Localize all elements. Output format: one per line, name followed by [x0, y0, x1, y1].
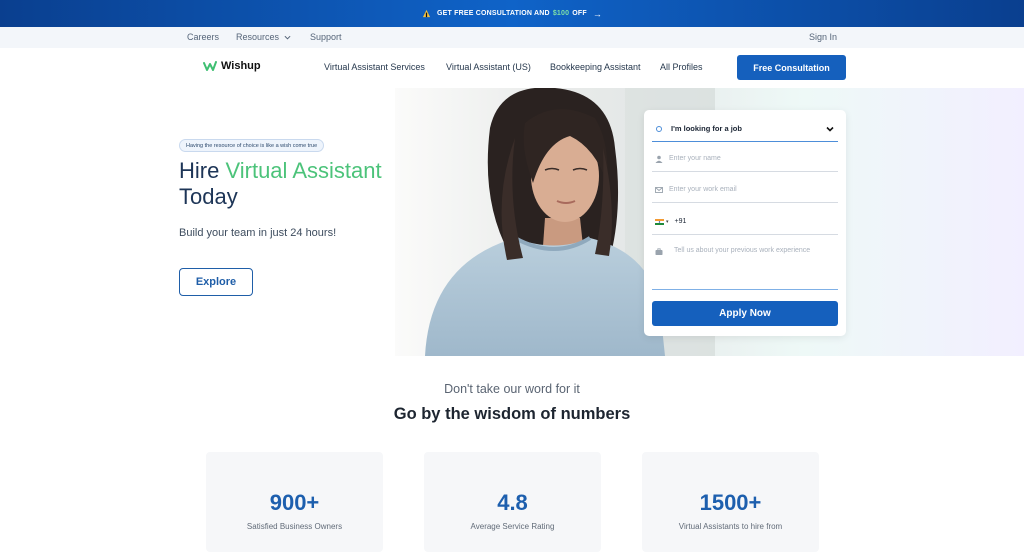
email-field[interactable]: Enter your work email	[652, 177, 838, 203]
support-link[interactable]: Support	[310, 32, 342, 42]
hero-tagline-badge: Having the resource of choice is like a …	[179, 139, 325, 152]
chevron-down-icon	[284, 35, 291, 40]
resources-label: Resources	[236, 32, 280, 42]
stat-label: Satisfied Business Owners	[246, 522, 343, 531]
radio-icon	[656, 125, 662, 132]
hero-section: Having the resource of choice is like a …	[0, 88, 1024, 356]
stat-card: 4.8 Average Service Rating	[424, 452, 601, 552]
stat-value: 900+	[269, 490, 320, 515]
stat-label: Average Service Rating	[470, 522, 555, 531]
stat-card: 900+ Satisfied Business Owners	[206, 452, 383, 552]
brand-name: Wishup	[221, 60, 261, 72]
name-field[interactable]: Enter your name	[652, 146, 838, 172]
promo-banner[interactable]: GET FREE CONSULTATION AND $100 OFF →	[0, 0, 1024, 27]
hero-title: Hire Virtual Assistant Today	[179, 158, 382, 210]
hero-subtitle: Build your team in just 24 hours!	[179, 227, 337, 239]
sign-in-link[interactable]: Sign In	[809, 32, 837, 42]
resources-menu[interactable]: Resources	[236, 32, 291, 42]
promo-highlight: $100	[552, 10, 570, 17]
role-select[interactable]: I'm looking for a job	[652, 116, 838, 142]
hero-title-line2: Today	[179, 184, 238, 209]
application-form: I'm looking for a job Enter your name En…	[644, 110, 846, 336]
india-flag-icon[interactable]	[655, 218, 664, 225]
arrow-right-icon: →	[592, 8, 603, 19]
nav-all-profiles[interactable]: All Profiles	[660, 62, 703, 72]
name-placeholder: Enter your name	[669, 155, 721, 162]
phone-field[interactable]: ▾ +91	[652, 209, 838, 235]
briefcase-icon	[655, 248, 663, 255]
user-icon	[655, 155, 663, 163]
stats-eyebrow: Don't take our word for it	[444, 382, 580, 396]
stat-card: 1500+ Virtual Assistants to hire from	[642, 452, 819, 552]
stats-heading: Go by the wisdom of numbers	[393, 405, 631, 423]
explore-button[interactable]: Explore	[179, 268, 253, 296]
wishup-logo-icon	[203, 61, 217, 71]
nav-virtual-assistant-services[interactable]: Virtual Assistant Services	[324, 62, 425, 72]
apply-now-button[interactable]: Apply Now	[652, 301, 838, 326]
experience-textarea[interactable]: Tell us about your previous work experie…	[652, 242, 838, 290]
role-select-value: I'm looking for a job	[671, 124, 742, 133]
stat-label: Virtual Assistants to hire from	[678, 522, 783, 531]
stat-value: 4.8	[497, 490, 528, 515]
main-nav: Wishup Virtual Assistant Services Virtua…	[0, 48, 1024, 88]
mail-icon	[655, 186, 663, 193]
nav-virtual-assistant-us[interactable]: Virtual Assistant (US)	[446, 62, 531, 72]
promo-text: GET FREE CONSULTATION AND	[436, 10, 550, 17]
utility-nav: Careers Resources Support Sign In	[0, 27, 1024, 48]
gift-icon	[422, 9, 431, 18]
brand-logo[interactable]: Wishup	[203, 60, 261, 72]
nav-bookkeeping-assistant[interactable]: Bookkeeping Assistant	[550, 62, 641, 72]
hero-title-accent: Virtual Assistant	[225, 158, 382, 183]
phone-code: +91	[674, 218, 687, 225]
email-placeholder: Enter your work email	[669, 186, 737, 193]
hero-title-plain: Hire	[179, 158, 220, 183]
careers-link[interactable]: Careers	[187, 32, 219, 42]
stat-value: 1500+	[699, 490, 762, 515]
chevron-down-icon	[826, 126, 834, 132]
free-consultation-button[interactable]: Free Consultation	[737, 55, 846, 80]
flag-caret-icon: ▾	[666, 218, 669, 225]
experience-placeholder: Tell us about your previous work experie…	[674, 247, 811, 254]
promo-text-after: OFF	[572, 10, 587, 17]
